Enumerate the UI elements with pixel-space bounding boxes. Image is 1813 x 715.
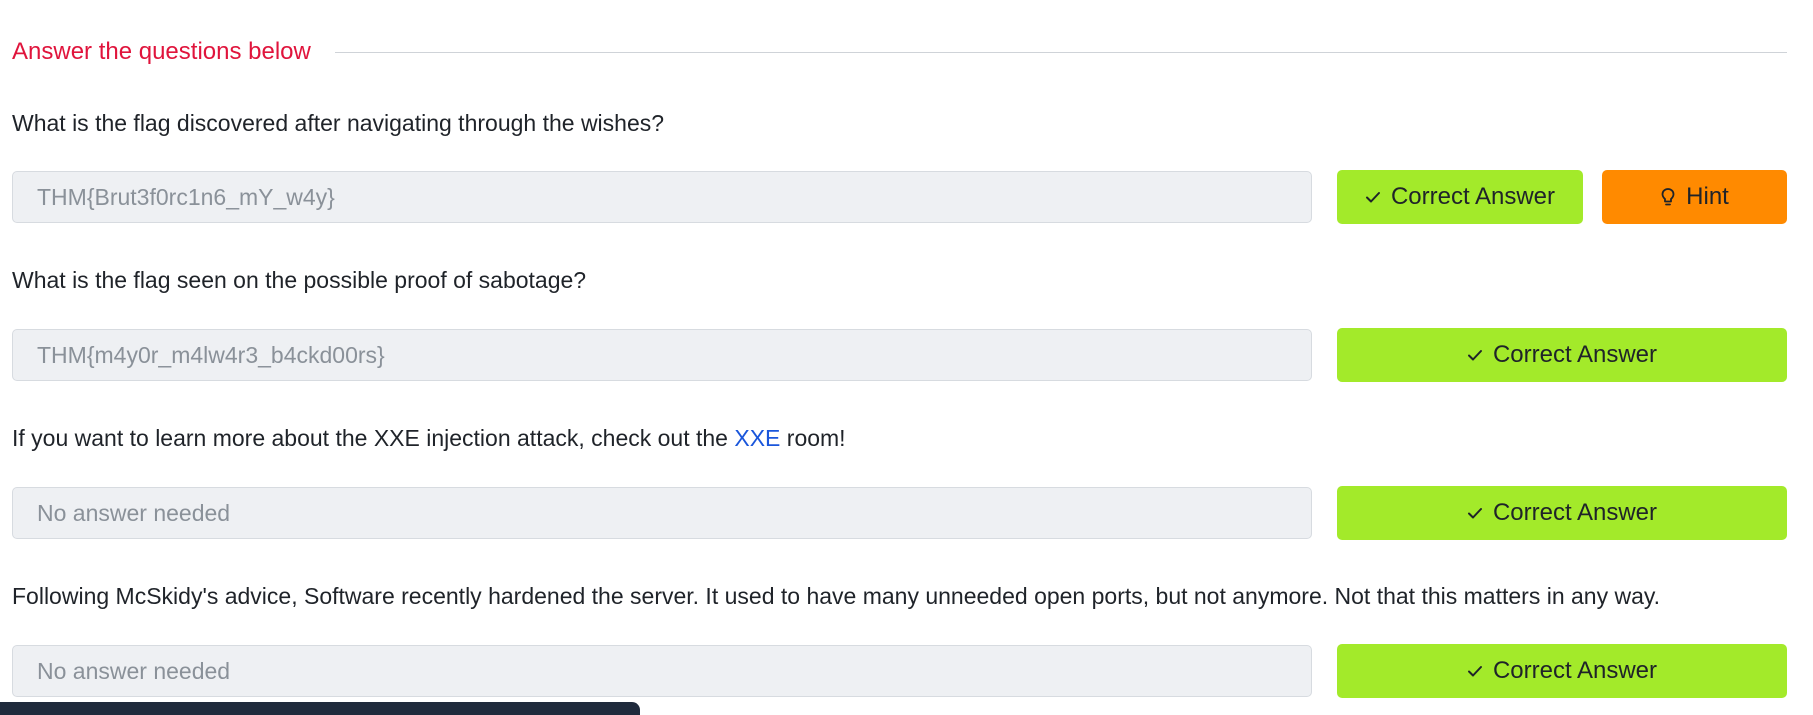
question-4-text: Following McSkidy's advice, Software rec… <box>12 583 1661 609</box>
question-4-answer-field[interactable] <box>12 645 1312 697</box>
question-2-text: What is the flag seen on the possible pr… <box>12 267 587 293</box>
question-2-correct-answer-button[interactable]: Correct Answer <box>1337 328 1787 382</box>
question-1-correct-answer-button[interactable]: Correct Answer <box>1337 170 1583 224</box>
correct-answer-label: Correct Answer <box>1492 657 1658 684</box>
question-3-correct-answer-button[interactable]: Correct Answer <box>1337 486 1787 540</box>
lightbulb-icon <box>1660 187 1676 207</box>
correct-answer-label: Correct Answer <box>1492 499 1658 526</box>
section-title: Answer the questions below <box>12 38 311 65</box>
task-answers-panel: Answer the questions below What is the f… <box>0 0 1813 715</box>
hint-label: Hint <box>1686 183 1729 210</box>
check-icon <box>1365 189 1381 205</box>
question-1-hint-button[interactable]: Hint <box>1602 170 1787 224</box>
question-3-text-after-link: room! <box>780 425 846 451</box>
check-icon <box>1467 663 1483 679</box>
section-divider <box>334 51 1787 53</box>
question-1-text: What is the flag discovered after naviga… <box>12 110 665 136</box>
check-icon <box>1467 347 1483 363</box>
correct-answer-label: Correct Answer <box>1390 183 1556 210</box>
check-icon <box>1467 505 1483 521</box>
question-2-answer-field[interactable] <box>12 329 1312 381</box>
question-3-answer-field[interactable] <box>12 487 1312 539</box>
section-header: Answer the questions below <box>12 34 1787 70</box>
question-3-text-before-link: If you want to learn more about the XXE … <box>12 425 735 451</box>
xxe-room-link[interactable]: XXE <box>734 425 780 451</box>
question-3-text: If you want to learn more about the XXE … <box>12 425 846 452</box>
correct-answer-label: Correct Answer <box>1492 341 1658 368</box>
question-1-answer-field[interactable] <box>12 171 1312 223</box>
bottom-overlay-bar <box>0 702 640 715</box>
question-4-correct-answer-button[interactable]: Correct Answer <box>1337 644 1787 698</box>
